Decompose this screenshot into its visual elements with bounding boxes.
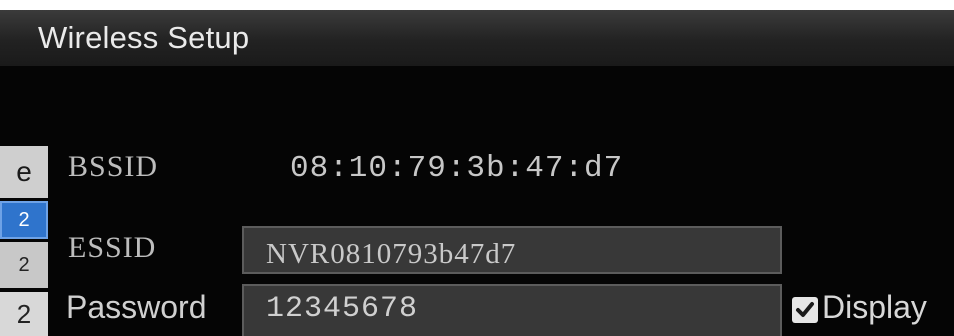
title-bar: Wireless Setup (0, 10, 954, 66)
top-border (0, 0, 954, 10)
password-label: Password (66, 289, 207, 325)
display-checkbox[interactable] (792, 297, 818, 323)
password-input[interactable]: 12345678 (242, 284, 782, 336)
password-input-value: 12345678 (266, 292, 419, 326)
side-tab-partial[interactable]: e (0, 146, 48, 198)
bssid-value: 08:10:79:3b:47:d7 (290, 151, 624, 186)
essid-label: ESSID (68, 231, 157, 264)
window-title: Wireless Setup (38, 20, 250, 55)
side-tab-2[interactable]: 2 (0, 242, 48, 288)
side-tab-partial-bottom[interactable]: 2 (0, 292, 48, 336)
display-checkbox-label[interactable]: Display (822, 289, 927, 326)
essid-input[interactable]: NVR0810793b47d7 (242, 226, 782, 274)
essid-input-value: NVR0810793b47d7 (266, 238, 517, 270)
checkmark-icon (796, 302, 814, 317)
bssid-label: BSSID (68, 150, 159, 183)
side-tab-2-selected[interactable]: 2 (0, 201, 48, 239)
